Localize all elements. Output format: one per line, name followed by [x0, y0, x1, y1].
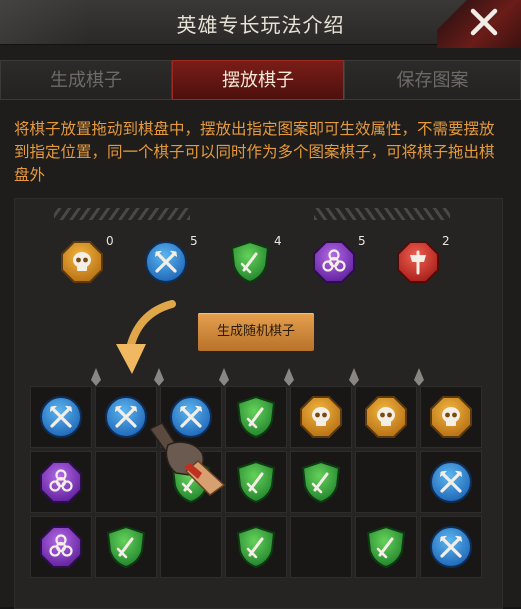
spike-ornament-icon: [348, 368, 360, 386]
board-piece-skull-icon[interactable]: [429, 395, 473, 439]
board-piece-sword-icon[interactable]: [234, 525, 278, 569]
inventory-piece-warhammer-icon[interactable]: [396, 240, 440, 284]
inventory-count: 0: [106, 234, 114, 248]
pointer-hand-icon: [148, 422, 226, 496]
hero-specialty-panel: 英雄专长玩法介绍 生成棋子 摆放棋子 保存图案 将棋子放置拖动到棋盘中，摆放出指…: [0, 0, 521, 609]
inventory-piece-biohazard-icon[interactable]: [312, 240, 356, 284]
spike-ornament-icon: [218, 368, 230, 386]
inventory-count: 4: [274, 234, 282, 248]
tab-place[interactable]: 摆放棋子: [172, 60, 344, 100]
inventory-count: 5: [358, 234, 366, 248]
board-piece-skull-icon[interactable]: [364, 395, 408, 439]
board-piece-sword-icon[interactable]: [364, 525, 408, 569]
spike-ornament-icon: [283, 368, 295, 386]
decorative-stripe-left: [54, 208, 190, 220]
inventory-piece-axe-icon[interactable]: [144, 240, 188, 284]
board-cell[interactable]: [355, 451, 417, 513]
board-piece-axe-icon[interactable]: [429, 460, 473, 504]
inventory-count: 5: [190, 234, 198, 248]
decorative-stripe-right: [314, 208, 450, 220]
inventory-count: 2: [442, 234, 450, 248]
spike-ornament-icon: [90, 368, 102, 386]
inventory-piece-sword-icon[interactable]: [228, 240, 272, 284]
generate-random-piece-button[interactable]: 生成随机棋子: [198, 313, 314, 351]
board-piece-sword-icon[interactable]: [234, 460, 278, 504]
board-piece-axe-icon[interactable]: [39, 395, 83, 439]
board-cell[interactable]: [160, 516, 222, 578]
board-piece-biohazard-icon[interactable]: [39, 525, 83, 569]
title-bar: 英雄专长玩法介绍: [0, 0, 521, 48]
tutorial-arrow-icon: [116, 300, 176, 374]
close-button[interactable]: [437, 0, 521, 48]
inventory-piece-skull-icon[interactable]: [60, 240, 104, 284]
tab-generate[interactable]: 生成棋子: [0, 60, 172, 100]
spike-ornament-icon: [413, 368, 425, 386]
tab-save[interactable]: 保存图案: [344, 60, 521, 100]
board-piece-sword-icon[interactable]: [299, 460, 343, 504]
board-piece-sword-icon[interactable]: [234, 395, 278, 439]
board-piece-axe-icon[interactable]: [429, 525, 473, 569]
board-piece-skull-icon[interactable]: [299, 395, 343, 439]
instructions-text: 将棋子放置拖动到棋盘中，摆放出指定图案即可生效属性，不需要摆放到指定位置，同一个…: [14, 120, 495, 184]
board-piece-sword-icon[interactable]: [104, 525, 148, 569]
board-cell[interactable]: [290, 516, 352, 578]
board-piece-biohazard-icon[interactable]: [39, 460, 83, 504]
close-icon: [470, 8, 498, 36]
tab-bar: 生成棋子 摆放棋子 保存图案: [0, 60, 521, 100]
